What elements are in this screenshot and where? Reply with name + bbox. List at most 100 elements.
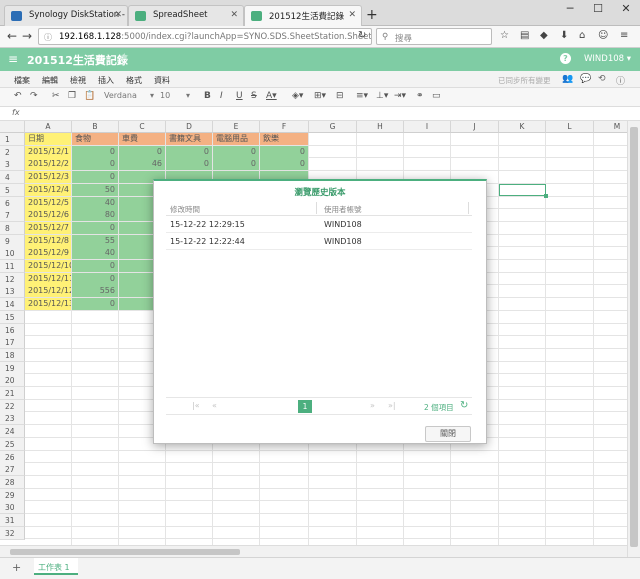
row-header[interactable]: 20 (0, 374, 25, 388)
bold-icon[interactable]: B (204, 91, 211, 101)
row-header[interactable]: 2 (0, 145, 25, 159)
cell[interactable]: 日期 (25, 133, 71, 145)
column-header[interactable]: I (404, 121, 451, 133)
new-tab-icon[interactable]: + (366, 7, 378, 23)
maximize-icon[interactable]: ☐ (584, 2, 612, 22)
row-header[interactable]: 17 (0, 336, 25, 350)
url-bar[interactable]: ⓘ 192.168.1.128:5000/index.cgi?launchApp… (38, 28, 372, 45)
chat-icon[interactable]: 💬 (580, 74, 591, 84)
cell[interactable]: 0 (72, 260, 118, 272)
column-header[interactable]: A (25, 121, 72, 133)
cell[interactable]: 556 (72, 285, 118, 298)
cell[interactable]: 0 (72, 145, 118, 158)
row-header[interactable]: 16 (0, 323, 25, 337)
column-header[interactable]: J (451, 121, 499, 133)
forward-icon[interactable]: → (22, 29, 32, 43)
cell[interactable]: 2015/12/13 (25, 298, 71, 311)
search-input[interactable]: ⚲ 搜尋 (376, 28, 492, 45)
column-header-time[interactable]: 修改時間 (170, 204, 200, 215)
cell[interactable]: 0 (213, 145, 259, 158)
cell[interactable]: 0 (119, 145, 165, 158)
hamburger-menu-icon[interactable]: ≡ (8, 52, 18, 66)
cell[interactable]: 0 (260, 158, 308, 171)
row-header[interactable]: 15 (0, 310, 25, 324)
row-header[interactable]: 24 (0, 425, 25, 439)
size-dropdown-chevron-icon[interactable]: ▾ (186, 91, 190, 100)
comment-icon[interactable]: ▭ (432, 91, 441, 101)
cell[interactable]: 2015/12/3 (25, 171, 71, 184)
cell[interactable]: 2015/12/4 (25, 183, 71, 196)
column-header[interactable]: K (499, 121, 546, 133)
undo-icon[interactable]: ↶ (14, 91, 22, 101)
favorite-star-icon[interactable]: ★ (120, 52, 129, 63)
valign-icon[interactable]: ⊥▾ (376, 91, 388, 101)
row-header[interactable]: 14 (0, 298, 25, 312)
row-header[interactable]: 13 (0, 285, 25, 299)
row-header[interactable]: 10 (0, 247, 25, 261)
menu-view[interactable]: 檢視 (70, 75, 86, 86)
cell[interactable]: 40 (72, 196, 118, 209)
redo-icon[interactable]: ↷ (30, 91, 38, 101)
menu-file[interactable]: 檔案 (14, 75, 30, 86)
column-header[interactable]: M (594, 121, 627, 133)
underline-icon[interactable]: U (236, 91, 243, 101)
scroll-thumb[interactable] (630, 127, 638, 547)
row-header[interactable]: 6 (0, 196, 25, 210)
font-dropdown-chevron-icon[interactable]: ▾ (150, 91, 154, 100)
cell[interactable]: 0 (260, 145, 308, 158)
reload-icon[interactable]: ↻ (358, 30, 366, 41)
cell[interactable]: 2015/12/1 (25, 145, 71, 158)
help-icon[interactable]: ? (560, 53, 571, 64)
cell[interactable]: 2015/12/2 (25, 158, 71, 171)
first-page-icon[interactable]: |« (192, 401, 200, 410)
cell[interactable]: 2015/12/8 (25, 234, 71, 247)
emoji-icon[interactable]: ☺ (598, 30, 608, 41)
cell[interactable]: 0 (166, 145, 212, 158)
row-header[interactable]: 21 (0, 387, 25, 400)
cell[interactable]: 0 (213, 158, 259, 171)
page-info-icon[interactable]: ⓘ (44, 32, 52, 43)
italic-icon[interactable]: I (220, 91, 223, 101)
vertical-scrollbar[interactable] (627, 121, 640, 557)
row-header[interactable]: 27 (0, 463, 25, 477)
info-icon[interactable]: ⓘ (616, 74, 625, 87)
column-header[interactable]: B (72, 121, 119, 133)
merge-cells-icon[interactable]: ⊟ (336, 91, 344, 101)
next-page-icon[interactable]: » (370, 401, 375, 410)
bookmark-star-icon[interactable]: ☆ (500, 30, 509, 41)
column-header[interactable]: C (119, 121, 166, 133)
cell[interactable]: 飲樂 (260, 133, 308, 145)
menu-format[interactable]: 格式 (126, 75, 142, 86)
row-header[interactable]: 8 (0, 221, 25, 235)
row-header[interactable]: 11 (0, 260, 25, 273)
table-row[interactable]: 15-12-22 12:29:15 WIND108 (166, 216, 472, 233)
cut-icon[interactable]: ✂ (52, 91, 60, 101)
row-header[interactable]: 29 (0, 488, 25, 502)
minimize-icon[interactable]: ─ (556, 2, 584, 22)
align-icon[interactable]: ≡▾ (356, 91, 368, 101)
menu-data[interactable]: 資料 (154, 75, 170, 86)
home-icon[interactable]: ⌂ (579, 30, 585, 41)
paste-icon[interactable]: 📋 (84, 91, 95, 101)
borders-icon[interactable]: ⊞▾ (314, 91, 326, 101)
close-tab-icon[interactable]: ✕ (230, 10, 238, 20)
cell[interactable]: 0 (166, 158, 212, 171)
last-page-icon[interactable]: »| (388, 401, 396, 410)
row-header[interactable]: 25 (0, 437, 25, 451)
cell[interactable]: 40 (72, 247, 118, 260)
column-header[interactable]: H (357, 121, 404, 133)
cell[interactable]: 2015/12/11 (25, 272, 71, 285)
download-icon[interactable]: ⬇ (560, 30, 568, 41)
row-header[interactable]: 18 (0, 348, 25, 362)
row-header[interactable]: 26 (0, 450, 25, 464)
cell[interactable]: 2015/12/9 (25, 247, 71, 260)
row-header[interactable]: 4 (0, 171, 25, 185)
menu-insert[interactable]: 插入 (98, 75, 114, 86)
text-wrap-icon[interactable]: ⇥▾ (394, 91, 406, 101)
cell[interactable]: 車費 (119, 133, 165, 145)
close-button[interactable]: 關閉 (425, 426, 471, 442)
cell[interactable]: 55 (72, 234, 118, 247)
cell[interactable]: 50 (72, 183, 118, 196)
fill-color-icon[interactable]: ◈▾ (292, 91, 303, 101)
add-sheet-button[interactable]: + (12, 561, 21, 574)
